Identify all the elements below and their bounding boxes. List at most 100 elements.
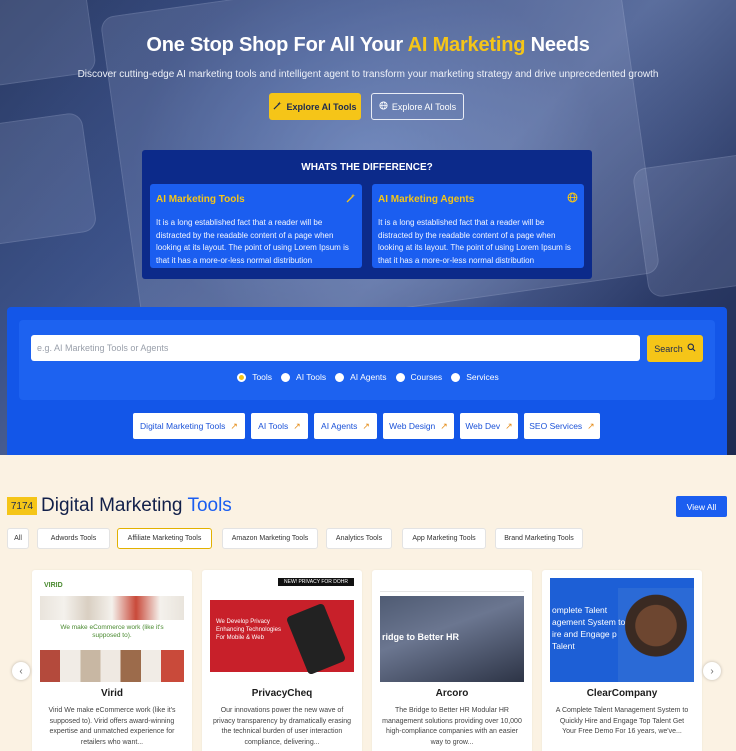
radio-label: AI Tools	[296, 372, 327, 382]
tool-count-badge: 7174	[7, 497, 37, 515]
search-type-radio-group: Tools AI Tools AI Agents Courses Service…	[0, 372, 736, 382]
tab-adwords-tools[interactable]: Adwords Tools	[37, 528, 110, 549]
virid-tagline: We make eCommerce work (like it's suppos…	[60, 624, 164, 639]
chip-label: SEO Services	[529, 421, 583, 431]
hero-title-part: Needs	[525, 34, 590, 56]
arrow-up-right-icon: ↗	[440, 420, 448, 431]
radio-courses[interactable]: Courses	[395, 372, 443, 382]
difference-card-text: It is a long established fact that a rea…	[156, 218, 349, 265]
search-input[interactable]	[31, 335, 640, 361]
tool-screenshot: omplete Talent agement System to ire and…	[550, 578, 694, 682]
magic-wand-icon	[273, 101, 283, 112]
tool-description: The Bridge to Better HR Modular HR manag…	[382, 707, 522, 746]
difference-card-tools: AI Marketing Tools It is a long establis…	[150, 184, 362, 268]
difference-card-agents: AI Marketing Agents It is a long establi…	[372, 184, 584, 268]
chip-ai-tools[interactable]: AI Tools ↗	[251, 413, 308, 439]
radio-dot[interactable]	[281, 372, 291, 382]
product-grid	[40, 650, 184, 682]
search-icon	[687, 343, 696, 354]
hero-subtitle: Discover cutting-edge AI marketing tools…	[77, 69, 659, 80]
view-all-button[interactable]: View All	[676, 496, 727, 517]
tool-screenshot: ridge to Better HR	[380, 578, 524, 682]
search-button[interactable]: Search	[647, 335, 703, 362]
chip-web-dev[interactable]: Web Dev ↗	[460, 413, 518, 439]
radio-dot[interactable]	[451, 372, 461, 382]
chip-label: Web Dev	[465, 421, 501, 431]
difference-title: WHATS THE DIFFERENCE?	[301, 162, 433, 173]
tab-analytics-tools[interactable]: Analytics Tools	[326, 528, 392, 549]
carousel-next-button[interactable]: ›	[703, 662, 721, 680]
explore-ai-tools-button[interactable]: Explore AI Tools	[269, 93, 361, 120]
clearcompany-headline: omplete Talent agement System to ire and…	[552, 605, 626, 651]
arrow-up-right-icon: ↗	[505, 420, 513, 431]
arcoro-headline: ridge to Better HR	[382, 632, 460, 642]
chip-ai-agents[interactable]: AI Agents ↗	[314, 413, 377, 439]
radio-label: Services	[466, 372, 499, 382]
globe-icon	[567, 190, 578, 208]
chip-label: AI Agents	[321, 421, 358, 431]
tool-description: Virid We make eCommerce work (like it's …	[48, 707, 176, 746]
tool-card-clearcompany[interactable]: omplete Talent agement System to ire and…	[542, 570, 702, 751]
tab-brand-marketing-tools[interactable]: Brand Marketing Tools	[495, 528, 583, 549]
tool-name: ClearCompany	[586, 688, 658, 699]
difference-card-text: It is a long established fact that a rea…	[378, 218, 571, 265]
tab-amazon-marketing-tools[interactable]: Amazon Marketing Tools	[222, 528, 318, 549]
section-title-accent: Tools	[187, 495, 232, 516]
section-title-part: Digital Marketing	[41, 495, 188, 516]
arrow-up-right-icon: ↗	[230, 420, 238, 431]
tool-screenshot: VIRID We make eCommerce work (like it's …	[40, 578, 184, 682]
hero-title: One Stop Shop For All Your AI Marketing …	[0, 34, 736, 57]
radio-dot[interactable]	[395, 372, 405, 382]
chevron-left-icon: ‹	[19, 665, 23, 677]
tab-affiliate-marketing-tools[interactable]: Affiliate Marketing Tools	[117, 528, 212, 549]
magic-wand-icon	[346, 190, 356, 208]
explore-ai-tools-outline-label: Explore AI Tools	[391, 101, 457, 112]
tool-card-virid[interactable]: VIRID We make eCommerce work (like it's …	[32, 570, 192, 751]
radio-ai-agents[interactable]: AI Agents	[335, 372, 387, 382]
radio-dot[interactable]	[237, 372, 247, 382]
radio-ai-tools[interactable]: AI Tools	[281, 372, 326, 382]
difference-card-title: AI Marketing Tools	[156, 193, 245, 205]
privacy-headline: We Develop Privacy Enhancing Technologie…	[216, 619, 281, 641]
search-button-label: Search	[654, 343, 683, 354]
explore-ai-tools-label: Explore AI Tools	[286, 101, 357, 112]
chip-label: Digital Marketing Tools	[140, 421, 226, 431]
hero-title-accent: AI Marketing	[407, 34, 526, 56]
radio-dot[interactable]	[335, 372, 345, 382]
tab-all[interactable]: All	[7, 528, 29, 549]
arrow-up-right-icon: ↗	[362, 420, 370, 431]
arrow-up-right-icon: ↗	[293, 420, 301, 431]
keyboard-key-decoration	[0, 111, 98, 249]
tool-name: Virid	[100, 688, 124, 699]
arrow-up-right-icon: ↗	[587, 420, 595, 431]
radio-label: Tools	[252, 372, 273, 382]
virid-logo: VIRID	[44, 582, 63, 589]
product-strip	[40, 596, 184, 620]
carousel-prev-button[interactable]: ‹	[12, 662, 30, 680]
hero-title-part: One Stop Shop For All Your	[146, 34, 408, 56]
tool-name: Arcoro	[435, 688, 469, 699]
tool-name: PrivacyCheq	[251, 688, 313, 699]
chip-digital-marketing-tools[interactable]: Digital Marketing Tools ↗	[133, 413, 245, 439]
radio-services[interactable]: Services	[451, 372, 499, 382]
chip-web-design[interactable]: Web Design ↗	[383, 413, 454, 439]
difference-card-title: AI Marketing Agents	[378, 193, 475, 205]
chevron-right-icon: ›	[710, 665, 714, 677]
tab-app-marketing-tools[interactable]: App Marketing Tools	[402, 528, 486, 549]
privacy-banner: NEW! PRIVACY FOR DOHR	[278, 578, 354, 586]
explore-ai-tools-outline-button[interactable]: Explore AI Tools	[371, 93, 464, 120]
tool-card-arcoro[interactable]: ridge to Better HR Arcoro The Bridge to …	[372, 570, 532, 751]
radio-label: AI Agents	[350, 372, 387, 382]
radio-tools[interactable]: Tools	[237, 372, 272, 382]
chip-label: AI Tools	[258, 421, 289, 431]
tool-description: A Complete Talent Management System to Q…	[555, 707, 689, 735]
chip-seo-services[interactable]: SEO Services ↗	[524, 413, 600, 439]
globe-icon	[379, 101, 388, 112]
chip-label: Web Design	[389, 421, 436, 431]
tool-description: Our innovations power the new wave of pr…	[212, 707, 352, 746]
radio-label: Courses	[410, 372, 443, 382]
nav-bar	[380, 578, 524, 592]
keyboard-key-decoration	[631, 151, 736, 299]
tool-card-privacycheq[interactable]: NEW! PRIVACY FOR DOHR We Develop Privacy…	[202, 570, 362, 751]
section-title: Digital Marketing Tools	[41, 495, 232, 517]
